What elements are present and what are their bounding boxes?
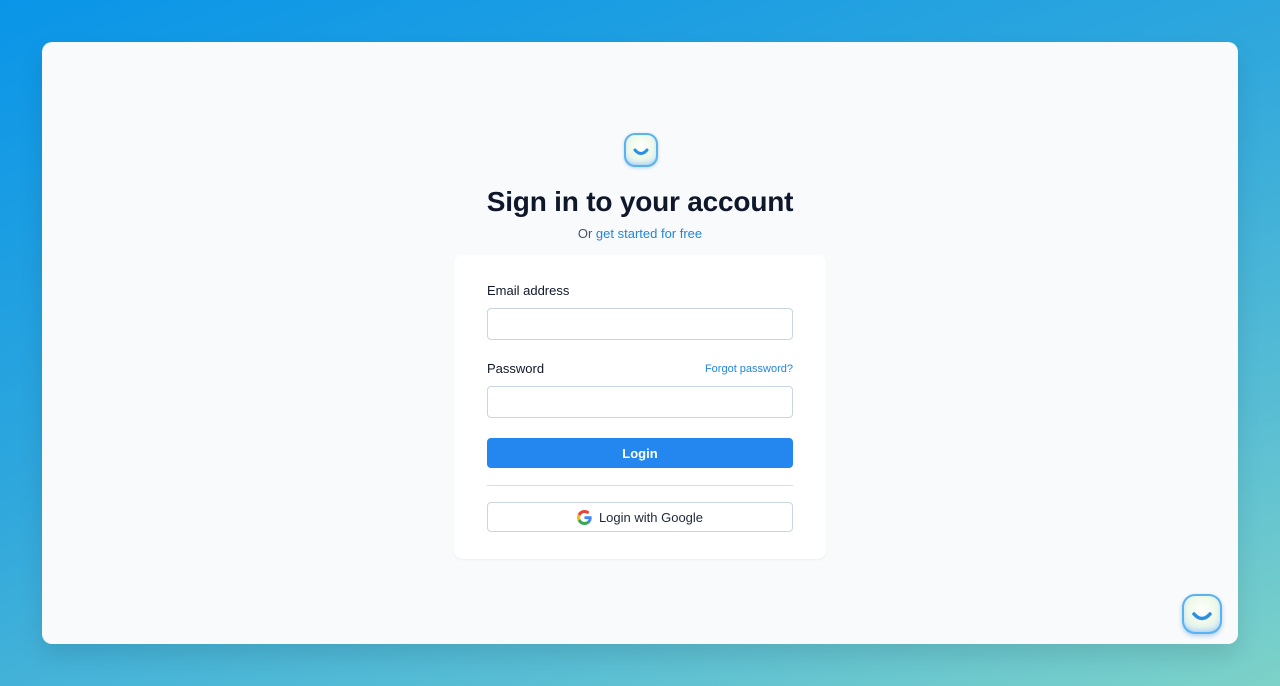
login-window: Sign in to your account Or get started f…: [42, 42, 1238, 644]
page-title: Sign in to your account: [486, 186, 794, 217]
login-form-card: Email address Password Forgot password? …: [454, 255, 826, 559]
email-field[interactable]: [487, 308, 793, 340]
password-label: Password: [487, 361, 545, 376]
divider: [487, 485, 793, 486]
signup-prompt-prefix: Or: [577, 226, 593, 241]
login-button[interactable]: Login: [487, 438, 793, 468]
password-field[interactable]: [487, 386, 793, 418]
forgot-password-link[interactable]: Forgot password?: [705, 363, 793, 375]
google-login-label: Login with Google: [598, 509, 704, 525]
chat-widget-icon[interactable]: [1182, 594, 1222, 634]
brand-logo-icon: [624, 133, 658, 167]
google-icon: [576, 509, 592, 525]
signup-prompt: Or get started for free: [42, 226, 1238, 241]
get-started-link[interactable]: get started for free: [596, 226, 702, 241]
google-login-button[interactable]: Login with Google: [487, 502, 793, 532]
email-label: Email address: [487, 283, 570, 298]
